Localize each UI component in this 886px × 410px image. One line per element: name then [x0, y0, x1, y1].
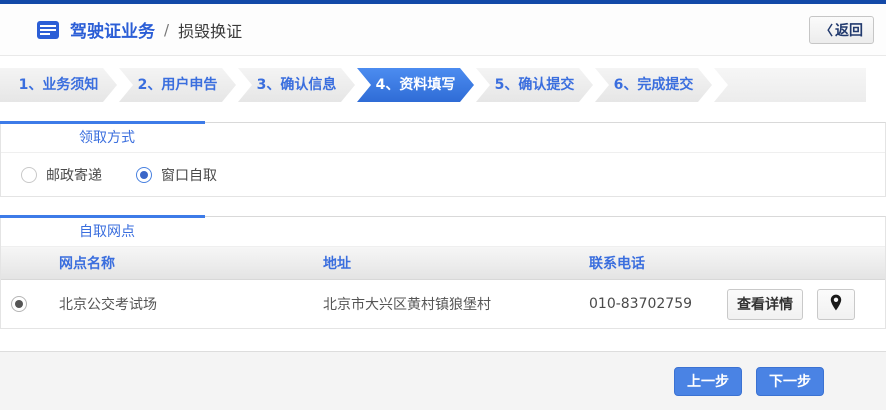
page-title: 驾驶证业务 [70, 22, 155, 42]
back-button-label: 返回 [835, 22, 863, 39]
wizard-step-6[interactable]: 6、完成提交 [595, 68, 712, 102]
radio-window-label: 窗口自取 [161, 167, 217, 184]
radio-selected-icon[interactable] [136, 166, 152, 183]
pickup-outlets-section: 自取网点 网点名称 地址 联系电话 北京公交考试场 北京市大兴区黄村镇狼堡村 0… [0, 215, 886, 329]
previous-step-button[interactable]: 上一步 [674, 366, 742, 396]
view-details-button[interactable]: 查看详情 [727, 288, 803, 320]
page-header: 驾驶证业务 / 损毁换证 〈 返回 [0, 4, 886, 56]
column-header-name: 网点名称 [59, 256, 115, 272]
pickup-method-section: 领取方式 邮政寄递 窗口自取 [0, 121, 886, 197]
location-pin-icon [829, 294, 843, 315]
outlet-row-radio-selected-icon[interactable] [11, 296, 27, 312]
radio-option-postal-delivery[interactable]: 邮政寄递 [21, 165, 102, 185]
back-button[interactable]: 〈 返回 [808, 15, 874, 44]
breadcrumb-current: 损毁换证 [178, 21, 243, 41]
radio-option-window-pickup[interactable]: 窗口自取 [136, 165, 217, 185]
back-chevron-icon: 〈 [819, 24, 833, 39]
outlet-row-radio-cell [1, 296, 59, 312]
radio-postal-label: 邮政寄递 [46, 167, 102, 184]
breadcrumb-separator: / [164, 20, 170, 39]
pickup-section-title: 领取方式 [1, 123, 885, 153]
next-step-button[interactable]: 下一步 [756, 366, 824, 396]
wizard-step-4-active[interactable]: 4、资料填写 [357, 68, 474, 102]
wizard-step-5[interactable]: 5、确认提交 [476, 68, 593, 102]
outlet-name-cell: 北京公交考试场 [59, 297, 157, 313]
pickup-options-row: 邮政寄递 窗口自取 [1, 153, 885, 196]
wizard-step-3[interactable]: 3、确认信息 [238, 68, 355, 102]
footer-action-bar: 上一步 下一步 [0, 351, 886, 410]
wizard-step-1[interactable]: 1、业务须知 [0, 68, 117, 102]
wizard-step-2[interactable]: 2、用户申告 [119, 68, 236, 102]
column-header-address: 地址 [323, 256, 351, 272]
radio-unselected-icon[interactable] [21, 166, 37, 183]
outlet-phone-cell: 010-83702759 [589, 296, 693, 312]
step-wizard: 1、业务须知 2、用户申告 3、确认信息 4、资料填写 5、确认提交 6、完成提… [0, 56, 886, 122]
outlets-section-title: 自取网点 [1, 217, 885, 247]
license-card-icon [36, 20, 60, 40]
outlets-table-header: 网点名称 地址 联系电话 [1, 247, 885, 280]
column-header-phone: 联系电话 [589, 256, 645, 272]
outlet-table-row[interactable]: 北京公交考试场 北京市大兴区黄村镇狼堡村 010-83702759 查看详情 [1, 280, 885, 328]
section-accent-bar [0, 215, 205, 218]
wizard-trailing-segment [714, 68, 866, 102]
section-accent-bar [0, 121, 205, 124]
outlet-address-cell: 北京市大兴区黄村镇狼堡村 [323, 297, 491, 313]
map-button[interactable] [817, 288, 855, 320]
